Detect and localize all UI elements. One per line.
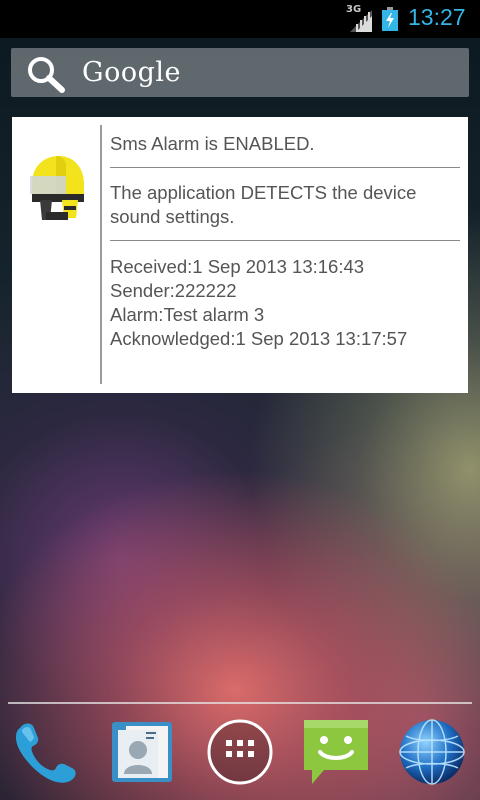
google-search-bar[interactable] — [11, 48, 469, 97]
app-drawer-icon[interactable] — [206, 718, 274, 786]
widget-separator — [110, 240, 460, 241]
sound-settings-text: The application DETECTS the device sound… — [110, 181, 460, 229]
dock-divider — [8, 702, 472, 704]
last-alarm-details: Received:1 Sep 2013 13:16:43 Sender:2222… — [110, 255, 460, 351]
battery-charging-icon — [382, 7, 398, 31]
sound-settings-line1: The application DETECTS the device — [110, 182, 417, 203]
google-search-label[interactable]: Google — [82, 57, 181, 88]
contacts-icon[interactable] — [108, 718, 176, 786]
firefighter-helmet-icon — [30, 156, 84, 220]
widget-separator — [110, 167, 460, 168]
signal-icon — [350, 10, 372, 32]
widget-divider — [100, 125, 102, 384]
acknowledged-text: Acknowledged:1 Sep 2013 13:17:57 — [110, 328, 408, 349]
phone-icon[interactable] — [12, 718, 80, 786]
search-icon[interactable] — [24, 54, 68, 94]
received-text: Received:1 Sep 2013 13:16:43 — [110, 256, 365, 277]
alarm-status-text: Sms Alarm is ENABLED. — [110, 132, 460, 156]
alarm-status-line: Sms Alarm is ENABLED. — [110, 133, 315, 154]
alarm-text: Alarm:Test alarm 3 — [110, 304, 265, 325]
status-bar: 3G 13:27 — [0, 0, 480, 38]
status-clock: 13:27 — [408, 4, 466, 30]
sender-text: Sender:222222 — [110, 280, 237, 301]
sound-settings-line2: sound settings. — [110, 206, 235, 227]
messaging-icon[interactable] — [302, 718, 370, 786]
browser-icon[interactable] — [398, 718, 466, 786]
